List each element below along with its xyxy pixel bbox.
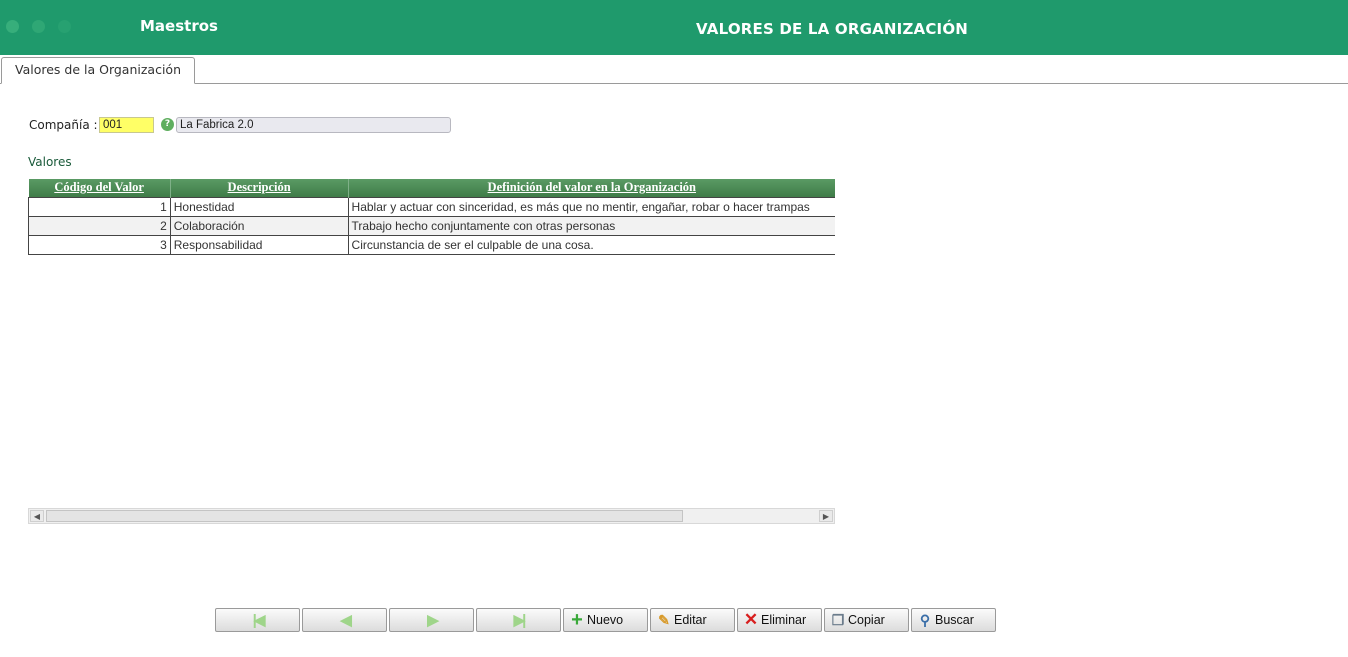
scroll-right-icon[interactable]: ▶: [819, 510, 833, 522]
last-record-button[interactable]: ▶|: [476, 608, 561, 632]
cell-code: 3: [28, 234, 171, 255]
delete-button[interactable]: ✕ Eliminar: [737, 608, 822, 632]
first-record-icon: |◀: [252, 612, 266, 629]
company-name-field: La Fabrica 2.0: [176, 117, 451, 133]
table-header-row: Código del Valor Descripción Definición …: [28, 179, 835, 197]
column-header-description[interactable]: Descripción: [170, 179, 349, 197]
first-record-button[interactable]: |◀: [215, 608, 300, 632]
module-title[interactable]: Maestros: [140, 17, 218, 35]
table-row[interactable]: 1 Honestidad Hablar y actuar con sinceri…: [28, 196, 835, 217]
plus-icon: +: [571, 609, 583, 631]
window-dots: [6, 20, 71, 33]
column-header-code[interactable]: Código del Valor: [28, 179, 171, 197]
copy-icon: ❐: [831, 612, 845, 628]
cell-definition: Trabajo hecho conjuntamente con otras pe…: [347, 215, 835, 236]
next-record-icon: ▶: [427, 612, 438, 629]
page-title: VALORES DE LA ORGANIZACIÓN: [696, 20, 969, 38]
company-label: Compañía :: [29, 118, 98, 132]
search-icon: ⚲: [919, 612, 931, 628]
next-record-button[interactable]: ▶: [389, 608, 474, 632]
window-dot-icon: [58, 20, 71, 33]
copy-button[interactable]: ❐ Copiar: [824, 608, 909, 632]
cell-definition: Hablar y actuar con sinceridad, es más q…: [347, 196, 835, 217]
search-label: Buscar: [935, 613, 974, 627]
edit-label: Editar: [674, 613, 707, 627]
window-dot-icon: [6, 20, 19, 33]
cell-description: Colaboración: [169, 215, 349, 236]
help-icon[interactable]: ?: [161, 118, 174, 131]
cell-description: Honestidad: [169, 196, 349, 217]
tab-valores-organizacion[interactable]: Valores de la Organización: [1, 57, 195, 84]
tab-bar: Valores de la Organización: [0, 55, 1348, 84]
new-label: Nuevo: [587, 613, 624, 627]
delete-label: Eliminar: [761, 613, 807, 627]
window-dot-icon: [32, 20, 45, 33]
previous-record-button[interactable]: ◀: [302, 608, 387, 632]
app-header: Maestros VALORES DE LA ORGANIZACIÓN: [0, 0, 1348, 55]
pencil-icon: ✎: [658, 612, 670, 628]
new-button[interactable]: + Nuevo: [563, 608, 648, 632]
record-toolbar: |◀ ◀ ▶ ▶| + Nuevo ✎ Editar ✕ Eliminar ❐ …: [215, 608, 996, 632]
table-row[interactable]: 2 Colaboración Trabajo hecho conjuntamen…: [28, 215, 835, 236]
edit-button[interactable]: ✎ Editar: [650, 608, 735, 632]
cell-code: 1: [28, 196, 171, 217]
previous-record-icon: ◀: [340, 612, 351, 629]
delete-icon: ✕: [743, 610, 759, 629]
table-row[interactable]: 3 Responsabilidad Circunstancia de ser e…: [28, 234, 835, 255]
cell-definition: Circunstancia de ser el culpable de una …: [347, 234, 835, 255]
copy-label: Copiar: [848, 613, 885, 627]
company-code-input[interactable]: 001: [99, 117, 154, 133]
cell-code: 2: [28, 215, 171, 236]
section-label: Valores: [28, 155, 72, 169]
values-table: Código del Valor Descripción Definición …: [28, 179, 835, 255]
scroll-left-icon[interactable]: ◀: [30, 510, 44, 522]
cell-description: Responsabilidad: [169, 234, 349, 255]
column-header-definition[interactable]: Definición del valor en la Organización: [348, 179, 835, 197]
last-record-icon: ▶|: [513, 612, 527, 629]
horizontal-scrollbar[interactable]: ◀ ▶: [28, 508, 835, 524]
scrollbar-thumb[interactable]: [46, 510, 683, 522]
search-button[interactable]: ⚲ Buscar: [911, 608, 996, 632]
